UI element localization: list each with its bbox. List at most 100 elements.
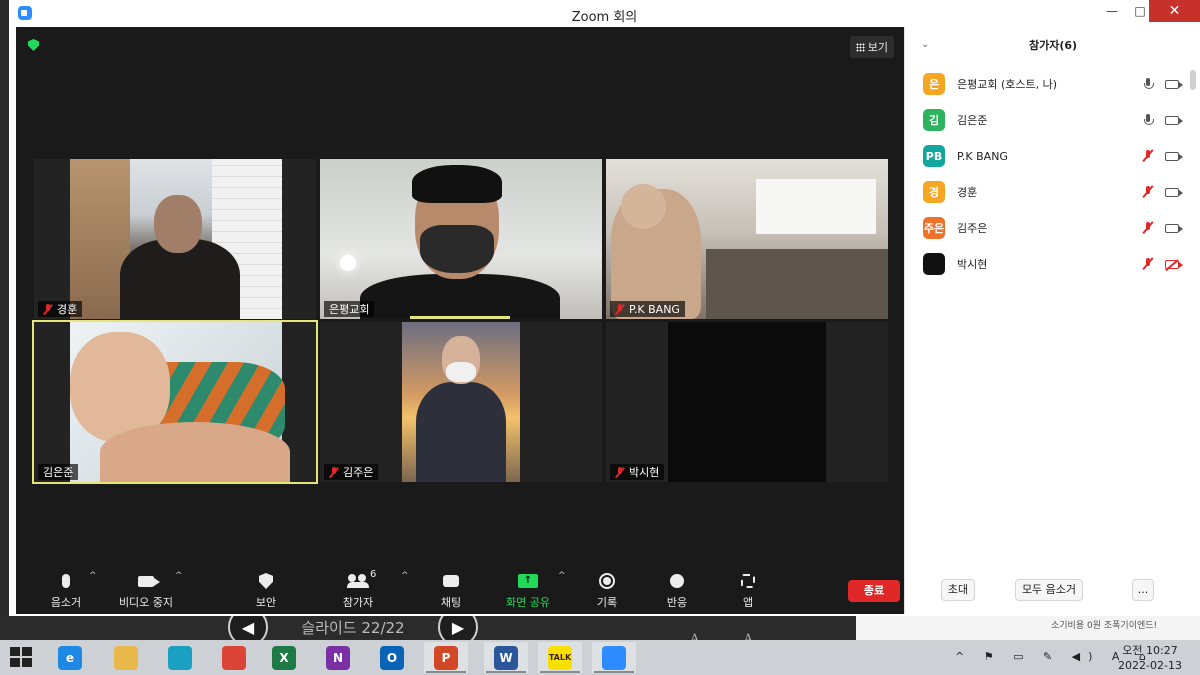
apps-label: 앱 [742,596,754,609]
participants-options-caret[interactable]: ^ [401,571,409,581]
excel-icon: X [272,645,296,670]
taskbar-file-explorer-button[interactable] [104,642,148,673]
meeting-toolbar: 음소거 ^ 비디오 중지 ^ 보안 6 참가자 ^ 채팅 ↑ 화면 공유 ^ 기… [16,565,904,614]
minimize-button[interactable]: — [1098,0,1126,22]
tile-name-tag: 박시현 [610,464,665,480]
internet-explorer-icon: e [58,645,82,670]
camera-icon[interactable] [1165,115,1183,125]
chat-label: 채팅 [440,596,462,609]
outlook-icon: O [380,645,404,670]
participant-row[interactable]: 은 은평교회 (호스트, 나) [923,71,1183,97]
participants-count: 6 [370,569,377,580]
camera-icon[interactable] [1165,223,1183,233]
video-tile-5[interactable]: 김주은 [320,322,602,482]
microphone-muted-icon[interactable] [1139,257,1157,271]
onenote-icon: N [326,645,350,670]
microphone-muted-icon[interactable] [1139,185,1157,199]
stop-video-button[interactable]: 비디오 중지 [106,571,186,610]
background-banner: 소기비용 0원 조폭기이엔드! [856,612,1200,640]
taskbar-powerpoint-button[interactable]: P [424,642,468,673]
taskbar-excel-button[interactable]: X [262,642,306,673]
view-button[interactable]: 보기 [849,36,894,58]
taskbar-internet-explorer-button[interactable]: e [48,642,92,673]
mic-muted-icon [329,466,339,478]
microphone-muted-icon[interactable] [1139,221,1157,235]
security-label: 보안 [255,596,277,609]
share-options-caret[interactable]: ^ [558,571,566,581]
participant-row[interactable]: PB P.K BANG [923,143,1183,169]
microphone-muted-icon[interactable] [1139,149,1157,163]
participant-row[interactable]: 김 김은준 [923,107,1183,133]
participant-name: 은평교회 (호스트, 나) [957,78,1058,91]
tile-name-tag: 은평교회 [324,301,375,317]
participant-name: 박시현 [629,466,660,479]
taskbar-kakaotalk-button[interactable]: TALK [538,642,582,673]
participant-row[interactable]: 경 경훈 [923,179,1183,205]
shield-icon [259,573,273,589]
camera-icon [138,575,160,587]
end-meeting-button[interactable]: 종료 [848,580,900,602]
mute-all-button[interactable]: 모두 음소거 [1015,579,1083,601]
taskbar-zoom-button[interactable] [592,642,636,673]
apps-icon [741,574,755,588]
participants-panel: ⌄ 참가자(6) 은 은평교회 (호스트, 나) 김 김은준 PB P.K BANG 경 경훈… [904,27,1200,614]
participant-row[interactable]: 박시현 [923,251,1183,277]
microphone-icon[interactable] [1139,77,1157,91]
security-button[interactable]: 보안 [226,571,306,610]
video-feed [606,159,888,319]
scrollbar-thumb[interactable] [1190,70,1196,90]
kakaotalk-icon: TALK [548,645,572,670]
invite-button[interactable]: 초대 [941,579,975,601]
participant-name: 김은준 [43,466,74,479]
panel-title: 참가자(6) [1028,39,1078,52]
video-tile-3[interactable]: P.K BANG [606,159,888,319]
reactions-button[interactable]: 반응 [637,571,717,610]
participant-name: 김은준 [957,114,988,127]
mic-muted-icon [615,466,625,478]
file-explorer-icon [114,645,138,670]
record-button[interactable]: 기록 [567,571,647,610]
avatar: PB [923,145,945,167]
video-tile-4[interactable]: 김은준 [32,320,318,484]
apps-button[interactable]: 앱 [708,571,788,610]
camera-icon[interactable] [1165,187,1183,197]
microphone-icon[interactable] [1139,113,1157,127]
slide-counter: 슬라이드 22/22 [301,618,405,637]
record-label: 기록 [596,596,618,609]
mute-label: 음소거 [50,596,82,609]
chat-button[interactable]: 채팅 [411,571,491,610]
clock-time: 오전 10:27 [1122,644,1178,657]
video-tile-2[interactable]: 은평교회 [320,159,602,319]
desktop: 소기비용 0원 조폭기이엔드! ◀ 슬라이드 22/22 ▶ A A Zoom … [0,0,1200,675]
camera-icon[interactable] [1165,151,1183,161]
participant-name: 경훈 [57,303,78,316]
video-options-caret[interactable]: ^ [175,571,183,581]
video-tile-1[interactable]: 경훈 [34,159,316,319]
clock[interactable]: 오전 10:27 2022-02-13 [1108,643,1192,673]
participant-row[interactable]: 주은 김주은 [923,215,1183,241]
video-feed [70,159,282,319]
tile-name-tag: 경훈 [38,301,83,317]
audio-options-caret[interactable]: ^ [89,571,97,581]
taskbar-outlook-button[interactable]: O [370,642,414,673]
share-screen-button[interactable]: ↑ 화면 공유 [488,571,568,610]
taskbar-word-button[interactable]: W [484,642,528,673]
participant-name: 김주은 [343,466,374,479]
encryption-shield-icon[interactable] [28,39,39,51]
start-button[interactable] [10,647,32,667]
more-options-button[interactable]: ... [1132,579,1154,601]
participants-button[interactable]: 6 참가자 [318,569,398,610]
participant-name: P.K BANG [629,302,680,316]
title-bar: Zoom 회의 — □ ✕ [9,0,1200,27]
taskbar-onenote-button[interactable]: N [316,642,360,673]
share-label: 화면 공유 [506,596,550,609]
zoom-icon [602,645,626,670]
tile-name-tag: P.K BANG [610,301,685,317]
taskbar-edge-button[interactable] [158,642,202,673]
video-tile-6[interactable]: 박시현 [606,322,888,482]
word-icon: W [494,645,518,670]
camera-off-icon[interactable] [1165,259,1183,269]
taskbar-chrome-button[interactable] [212,642,256,673]
camera-icon[interactable] [1165,79,1183,89]
close-button[interactable]: ✕ [1149,0,1200,22]
